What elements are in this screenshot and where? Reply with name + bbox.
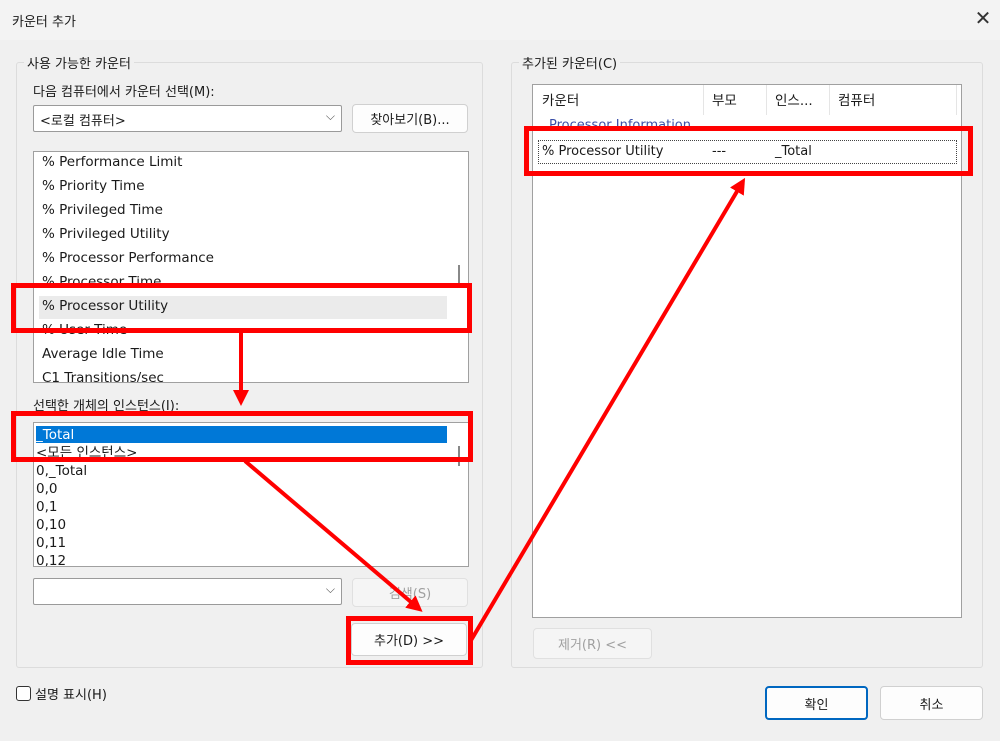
instance-list-item[interactable]: 0,11 xyxy=(36,534,66,552)
cancel-button[interactable]: 취소 xyxy=(880,686,983,720)
window-title: 카운터 추가 xyxy=(12,15,76,30)
column-divider xyxy=(703,85,704,115)
computer-label: 다음 컴퓨터에서 카운터 선택(M): xyxy=(33,85,215,100)
ok-button[interactable]: 확인 xyxy=(765,686,868,720)
annotation-box-add xyxy=(346,616,473,665)
counter-list-item[interactable]: % Privileged Utility xyxy=(42,222,170,246)
show-description-checkbox[interactable] xyxy=(16,686,31,701)
browse-button[interactable]: 찾아보기(B)... xyxy=(352,104,468,133)
computer-value: <로컬 컴퓨터> xyxy=(40,114,126,129)
chevron-down-icon: ⌵ xyxy=(325,109,335,123)
available-counters-legend: 사용 가능한 카운터 xyxy=(24,53,134,72)
title-bar xyxy=(0,0,1000,40)
instance-list-item[interactable]: 0,_Total xyxy=(36,462,87,480)
counter-list-item[interactable]: % Processor Performance xyxy=(42,246,214,270)
column-parent[interactable]: 부모 xyxy=(712,89,737,109)
chevron-down-icon: ⌵ xyxy=(325,582,335,596)
column-computer[interactable]: 컴퓨터 xyxy=(838,89,875,109)
instance-list-item[interactable]: 0,0 xyxy=(36,480,57,498)
counter-list-item[interactable]: C1 Transitions/sec xyxy=(42,366,164,382)
annotation-box-counter xyxy=(11,283,472,333)
instance-list-item[interactable]: 0,10 xyxy=(36,516,66,534)
instance-list-item[interactable]: 0,12 xyxy=(36,552,66,566)
search-input[interactable]: ⌵ xyxy=(33,578,342,605)
column-divider xyxy=(829,85,830,115)
close-icon[interactable]: ✕ xyxy=(972,6,994,30)
computer-select[interactable]: <로컬 컴퓨터> ⌵ xyxy=(33,105,342,132)
annotation-box-instance xyxy=(11,411,473,462)
counter-list[interactable]: % Performance Limit% Priority Time% Priv… xyxy=(33,151,469,383)
search-button[interactable]: 검색(S) xyxy=(352,578,468,607)
column-instance[interactable]: 인스... xyxy=(775,89,813,109)
counter-list-item[interactable]: % Performance Limit xyxy=(42,152,182,174)
remove-button[interactable]: 제거(R) << xyxy=(533,628,652,659)
column-divider xyxy=(766,85,767,115)
column-counter[interactable]: 카운터 xyxy=(542,89,579,109)
column-divider xyxy=(956,85,957,115)
counter-list-item[interactable]: Average Idle Time xyxy=(42,342,164,366)
show-description-label: 설명 표시(H) xyxy=(35,688,107,703)
counter-list-item[interactable]: % Priority Time xyxy=(42,174,145,198)
counter-list-item[interactable]: % Privileged Time xyxy=(42,198,163,222)
instance-list-item[interactable]: 0,1 xyxy=(36,498,57,516)
added-counters-legend: 추가된 카운터(C) xyxy=(519,53,621,72)
annotation-box-added xyxy=(524,126,973,176)
